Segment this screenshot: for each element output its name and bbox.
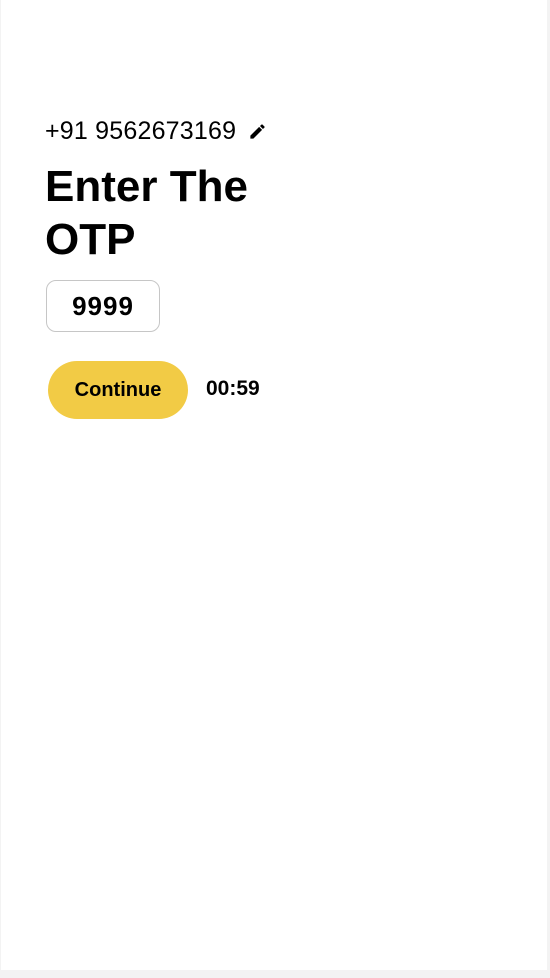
phone-number: +91 9562673169 (45, 116, 237, 145)
phone-row: +91 9562673169 (45, 116, 267, 146)
pencil-icon[interactable] (247, 121, 267, 141)
resend-timer: 00:59 (206, 377, 260, 400)
page-title: Enter The OTP (45, 162, 248, 264)
otp-input[interactable] (46, 280, 160, 332)
otp-screen: +91 9562673169 Enter The OTP Continue 00… (1, 0, 547, 970)
continue-button[interactable]: Continue (48, 361, 188, 419)
